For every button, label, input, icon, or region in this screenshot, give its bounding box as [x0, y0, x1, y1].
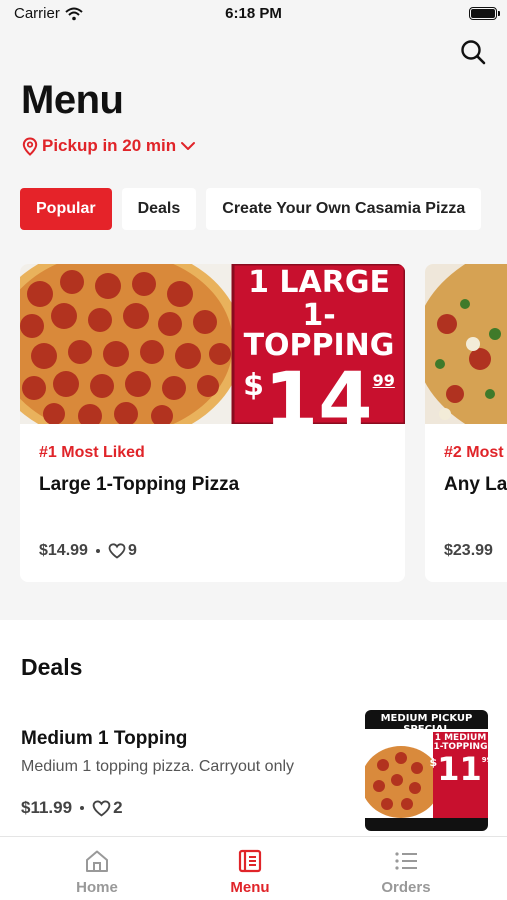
card-title: Large 1-Topping Pizza — [39, 474, 240, 495]
card-meta: $14.99 9 — [39, 542, 137, 560]
pickup-time-selector[interactable]: Pickup in 20 min — [22, 136, 196, 156]
home-icon — [86, 850, 108, 872]
price-banner: 1 LARGE 1-TOPPING $ 14 99 — [243, 265, 395, 425]
popular-carousel: 1 LARGE 1-TOPPING $ 14 99 #1 Most Liked … — [20, 264, 507, 586]
tab-menu[interactable]: Menu — [190, 837, 310, 900]
deal-price-banner: 1 MEDIUM 1-TOPPING $ 11 99 — [429, 733, 488, 788]
battery-icon — [469, 7, 500, 20]
tab-label: Menu — [230, 879, 270, 896]
category-tabs: Popular Deals Create Your Own Casamia Pi… — [20, 188, 482, 230]
search-icon[interactable] — [459, 38, 487, 66]
menu-book-icon — [238, 849, 262, 873]
separator-dot — [80, 806, 85, 810]
category-tab-deals[interactable]: Deals — [121, 188, 197, 230]
card-price: $23.99 — [444, 542, 493, 559]
popular-card-2[interactable]: #2 Most Liked Any Large $23.99 — [425, 264, 507, 582]
tab-home[interactable]: Home — [37, 837, 157, 900]
category-tab-popular[interactable]: Popular — [20, 188, 112, 230]
heart-icon[interactable] — [92, 799, 111, 817]
separator-dot — [95, 549, 100, 553]
list-icon — [395, 852, 417, 870]
pizza-promo-image: 1 LARGE 1-TOPPING $ 14 99 — [20, 264, 405, 424]
tab-label: Orders — [381, 879, 431, 896]
deal-price: $11.99 — [21, 798, 73, 817]
category-tab-create-your-own[interactable]: Create Your Own Casamia Pizza — [206, 188, 482, 230]
section-title: Deals — [21, 654, 83, 680]
deal-promo-image: MEDIUM PICKUP SPECIAL 1 MEDIUM 1-TOPPING… — [365, 710, 488, 831]
deal-name: Medium 1 Topping — [21, 728, 188, 749]
deal-likes: 2 — [113, 798, 123, 817]
tab-orders[interactable]: Orders — [346, 837, 466, 900]
status-bar: Carrier 6:18 PM — [0, 0, 507, 30]
location-pin-icon — [22, 136, 38, 156]
card-title: Any Large — [444, 474, 507, 495]
status-time: 6:18 PM — [225, 5, 282, 22]
card-price: $14.99 — [39, 542, 88, 559]
deals-section: Deals Medium 1 Topping Medium 1 topping … — [0, 620, 507, 840]
pizza-image — [425, 264, 507, 424]
card-likes: 9 — [127, 542, 137, 559]
pickup-label: Pickup in 20 min — [42, 136, 177, 155]
card-rank: #2 Most Liked — [444, 444, 507, 461]
card-meta: $23.99 — [444, 542, 493, 560]
page-title: Menu — [21, 78, 124, 122]
heart-icon[interactable] — [108, 543, 126, 559]
popular-card-1[interactable]: 1 LARGE 1-TOPPING $ 14 99 #1 Most Liked … — [20, 264, 405, 582]
tab-bar: Home Menu Orders — [0, 836, 507, 900]
tab-label: Home — [76, 879, 118, 896]
deal-meta: $11.99 2 — [21, 798, 123, 818]
card-rank: #1 Most Liked — [39, 444, 145, 461]
chevron-down-icon — [181, 142, 196, 150]
deal-description: Medium 1 topping pizza. Carryout only — [21, 758, 295, 775]
